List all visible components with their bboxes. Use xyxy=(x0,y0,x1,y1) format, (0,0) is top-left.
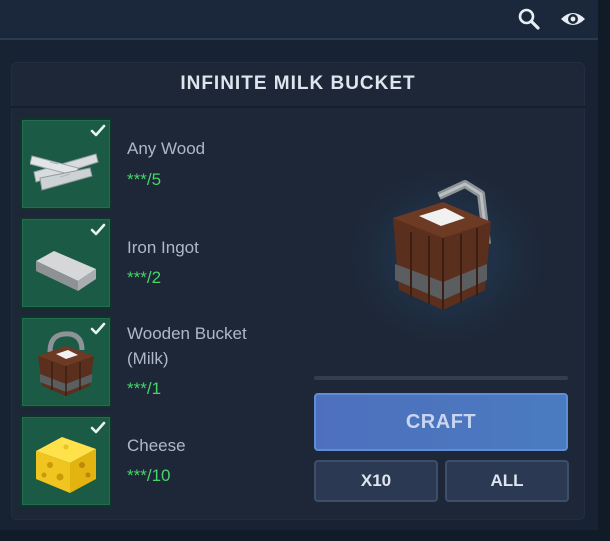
ingredient-slot-wooden-bucket[interactable] xyxy=(20,316,112,408)
check-icon xyxy=(90,124,106,137)
crafting-panel: INFINITE MILK BUCKET Any Wood ***/5 Iron… xyxy=(11,62,585,520)
craft-progress-bar xyxy=(314,376,568,380)
ingredient-name: Any Wood xyxy=(127,139,206,158)
panel-title: INFINITE MILK BUCKET xyxy=(11,62,585,108)
bottom-rail xyxy=(0,530,598,541)
check-icon xyxy=(90,421,106,434)
craft-x10-button[interactable]: X10 xyxy=(314,460,438,502)
cheese-icon xyxy=(36,437,96,493)
ingredient-slot-iron-ingot[interactable] xyxy=(20,217,112,309)
ingredient-count: ***/2 xyxy=(127,268,162,287)
ingredient-name: Cheese xyxy=(127,436,186,455)
ingredient-count: ***/10 xyxy=(127,466,171,485)
ingredient-name: Wooden Bucket xyxy=(127,324,247,343)
check-icon xyxy=(90,322,106,335)
right-rail xyxy=(598,0,610,541)
ingredient-slot-cheese[interactable] xyxy=(20,415,112,507)
wood-planks-icon xyxy=(30,153,99,191)
ingredient-count: ***/5 xyxy=(127,170,162,189)
ingredient-name-line2: (Milk) xyxy=(127,349,169,368)
craft-all-button[interactable]: ALL xyxy=(445,460,569,502)
search-icon[interactable] xyxy=(516,7,542,31)
wooden-bucket-milk-icon xyxy=(38,331,94,396)
iron-ingot-icon xyxy=(36,251,96,291)
eye-icon[interactable] xyxy=(560,7,586,31)
top-bar xyxy=(0,0,598,40)
craft-button[interactable]: CRAFT xyxy=(314,393,568,451)
ingredient-name: Iron Ingot xyxy=(127,238,199,257)
check-icon xyxy=(90,223,106,236)
infinite-milk-bucket-icon xyxy=(393,180,491,310)
ingredient-count: ***/1 xyxy=(127,379,162,398)
ingredient-slot-wood[interactable] xyxy=(20,118,112,210)
